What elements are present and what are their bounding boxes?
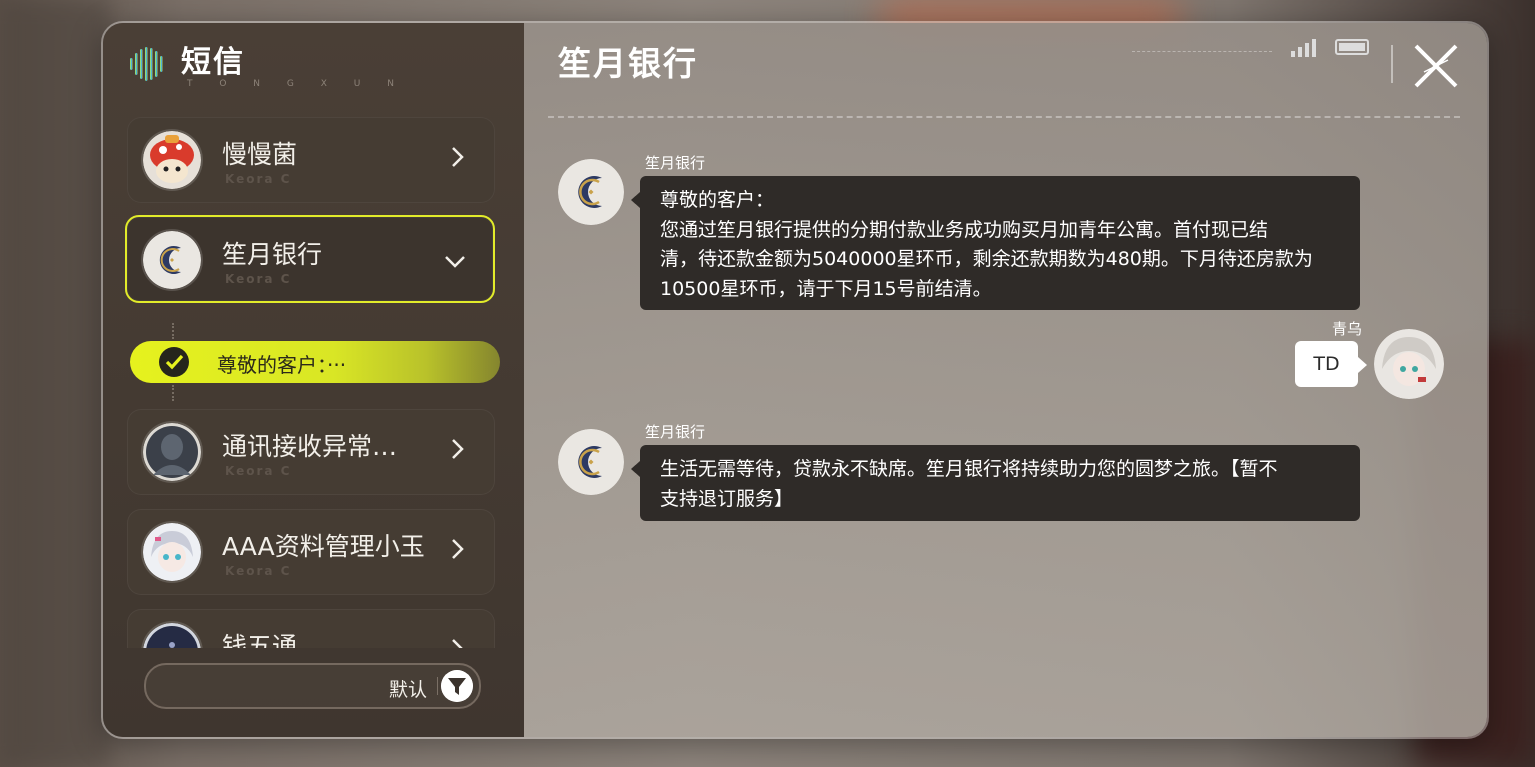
message-line: 您通过笙月银行提供的分期付款业务成功购买月加青年公寓。首付现已结 [660, 218, 1269, 241]
reply-bubble: TD [1295, 341, 1367, 387]
app-logo-icon [130, 47, 163, 81]
contact-item-qianwutong[interactable]: 钱五通 [127, 609, 495, 648]
message-line: 尊敬的客户： [660, 189, 775, 211]
close-icon[interactable] [1412, 42, 1460, 90]
contact-item-unknown[interactable]: 通讯接收异常… Keora C [127, 409, 495, 495]
thread-connector [172, 385, 174, 401]
avatar [143, 231, 201, 289]
avatar [143, 423, 201, 481]
message-bubble: 生活无需等待，贷款永不缺席。笙月银行将持续助力您的圆梦之旅。【暂不 支持退订服务… [631, 445, 1360, 521]
sms-window: 短信 T O N G X U N 慢慢菌 Keora C 笙月银行 Keora … [101, 21, 1489, 739]
contact-tag: Keora C [225, 272, 292, 286]
avatar [143, 131, 201, 189]
active-message-thread[interactable]: 尊敬的客户：··· [130, 341, 500, 383]
signal-icon [1291, 39, 1316, 57]
header-divider [1391, 45, 1393, 83]
chevron-right-icon [452, 639, 463, 648]
user-avatar [1374, 329, 1444, 399]
message-line: 10500星环币，请于下月15号前结清。 [660, 277, 992, 300]
contact-tag: Keora C [225, 172, 292, 186]
message-sender: 笙月银行 [645, 154, 706, 172]
contact-item-bank[interactable]: 笙月银行 Keora C [125, 215, 495, 303]
contact-sidebar: 短信 T O N G X U N 慢慢菌 Keora C 笙月银行 Keora … [103, 23, 524, 737]
status-divider [1132, 51, 1272, 52]
contact-name: AAA资料管理小玉 [222, 532, 425, 561]
avatar [143, 623, 201, 648]
bank-avatar [558, 159, 624, 225]
message-line: 支持退订服务】 [660, 487, 794, 510]
title-divider [548, 116, 1460, 118]
chevron-down-icon [445, 256, 465, 268]
sort-selector[interactable]: 默认 [144, 663, 481, 709]
bank-avatar [558, 429, 624, 495]
contact-item-aaa[interactable]: AAA资料管理小玉 Keora C [127, 509, 495, 595]
message-sender: 青乌 [1332, 320, 1363, 338]
thread-preview: 尊敬的客户：··· [217, 353, 347, 377]
chevron-right-icon [452, 539, 464, 559]
filter-icon[interactable] [441, 670, 473, 702]
chat-title: 笙月银行 [558, 44, 698, 83]
chevron-right-icon [452, 439, 464, 459]
reply-text: TD [1313, 353, 1340, 375]
message-bubble: 尊敬的客户： 您通过笙月银行提供的分期付款业务成功购买月加青年公寓。首付现已结 … [631, 176, 1360, 310]
avatar [143, 523, 201, 581]
message-line: 生活无需等待，贷款永不缺席。笙月银行将持续助力您的圆梦之旅。【暂不 [660, 458, 1278, 480]
contact-list[interactable]: 慢慢菌 Keora C 笙月银行 Keora C 尊敬的客户：··· 通讯接收异… [125, 115, 501, 648]
sort-label: 默认 [388, 679, 427, 701]
contact-tag: Keora C [225, 464, 292, 478]
app-subtitle: T O N G X U N [187, 79, 406, 89]
message-line: 清，待还款金额为5040000星环币，剩余还款期数为480期。下月待还房款为 [660, 248, 1313, 270]
contact-name: 通讯接收异常… [222, 432, 398, 461]
chevron-right-icon [452, 147, 464, 167]
sort-divider [437, 677, 438, 695]
contact-name: 笙月银行 [222, 240, 323, 269]
contact-item-manmanjun[interactable]: 慢慢菌 Keora C [127, 117, 495, 203]
contact-name: 钱五通 [222, 632, 298, 648]
check-icon [159, 347, 189, 377]
message-sender: 笙月银行 [645, 423, 706, 441]
battery-icon [1335, 39, 1369, 55]
contact-name: 慢慢菌 [222, 140, 298, 169]
app-title: 短信 [181, 45, 245, 80]
contact-tag: Keora C [225, 564, 292, 578]
thread-connector [172, 323, 174, 339]
chat-pane: 笙月银行 笙月银行 尊敬的客户： 您通过笙月银行提供的分期付款业务成功购买月加青… [524, 23, 1487, 737]
